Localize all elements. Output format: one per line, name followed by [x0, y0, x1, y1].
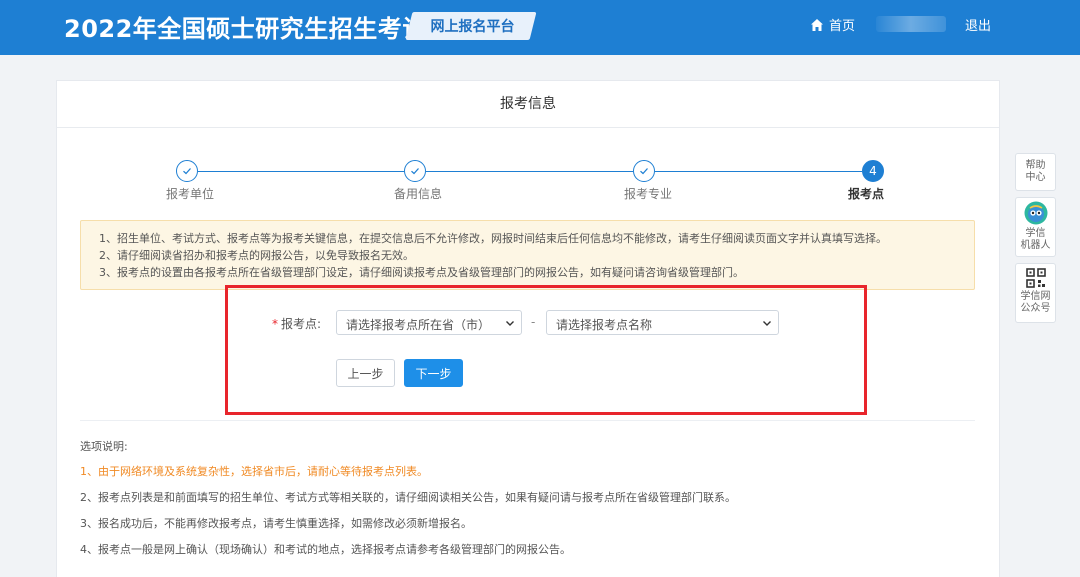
notice-line: 3、报考点的设置由各报考点所在省级管理部门设定，请仔细阅读报考点及省级管理部门的… [99, 266, 744, 279]
qr-code-icon [1025, 268, 1046, 288]
check-icon [411, 168, 419, 175]
robot-label-2: 机器人 [1020, 240, 1051, 251]
step-2-indicator [404, 160, 426, 182]
check-icon [640, 168, 648, 175]
step-3-label: 报考专业 [624, 187, 673, 201]
help-label-1: 帮助 [1025, 160, 1046, 171]
divider [80, 420, 975, 421]
highlight-annotation [225, 285, 867, 415]
nav-home-link[interactable]: 首页 [810, 15, 855, 34]
robot-icon [1024, 201, 1047, 225]
step-connector [198, 171, 404, 172]
top-header: 2022年全国硕士研究生招生考试 网上报名平台 首页 退出 [0, 0, 1080, 55]
card-title: 报考信息 [57, 81, 999, 128]
step-3-indicator [633, 160, 655, 182]
explanation-item: 3、报名成功后，不能再修改报考点，请考生慎重选择，如需修改必须新增报名。 [80, 517, 472, 530]
wechat-account-button[interactable]: 学信网 公众号 [1015, 263, 1056, 323]
explanation-item: 4、报考点一般是网上确认（现场确认）和考试的地点，选择报考点请参考各级管理部门的… [80, 543, 571, 556]
step-4-indicator: 4 [862, 160, 884, 182]
notice-line: 2、请仔细阅读省招办和报考点的网报公告，以免导致报名无效。 [99, 249, 414, 262]
platform-label: 网上报名平台 [430, 19, 515, 35]
user-name-redacted [876, 16, 946, 32]
explanation-title: 选项说明: [80, 440, 128, 453]
step-2-label: 备用信息 [394, 187, 443, 201]
logout-link[interactable]: 退出 [965, 15, 991, 34]
home-icon [811, 18, 823, 31]
notice-box: 1、招生单位、考试方式、报考点等为报考关键信息，在提交信息后不允许修改，网报时间… [80, 220, 975, 290]
help-label-2: 中心 [1025, 172, 1046, 183]
nav-home-label: 首页 [829, 19, 856, 34]
chat-robot-button[interactable]: 学信 机器人 [1015, 197, 1056, 257]
step-1-label: 报考单位 [166, 187, 215, 201]
notice-line: 1、招生单位、考试方式、报考点等为报考关键信息，在提交信息后不允许修改，网报时间… [99, 232, 887, 245]
robot-label-1: 学信 [1025, 228, 1046, 239]
step-4-label: 报考点 [848, 187, 885, 201]
step-1-indicator [176, 160, 198, 182]
wechat-label-1: 学信网 [1020, 291, 1051, 302]
wechat-label-2: 公众号 [1020, 303, 1051, 314]
site-title: 2022年全国硕士研究生招生考试 [64, 15, 427, 43]
help-center-button[interactable]: 帮助 中心 [1015, 153, 1056, 191]
explanation-item: 1、由于网络环境及系统复杂性，选择省市后，请耐心等待报考点列表。 [80, 465, 428, 478]
step-connector [426, 171, 633, 172]
step-connector [655, 171, 862, 172]
explanation-item: 2、报考点列表是和前面填写的招生单位、考试方式等相关联的，请仔细阅读相关公告，如… [80, 491, 736, 504]
check-icon [183, 168, 191, 175]
